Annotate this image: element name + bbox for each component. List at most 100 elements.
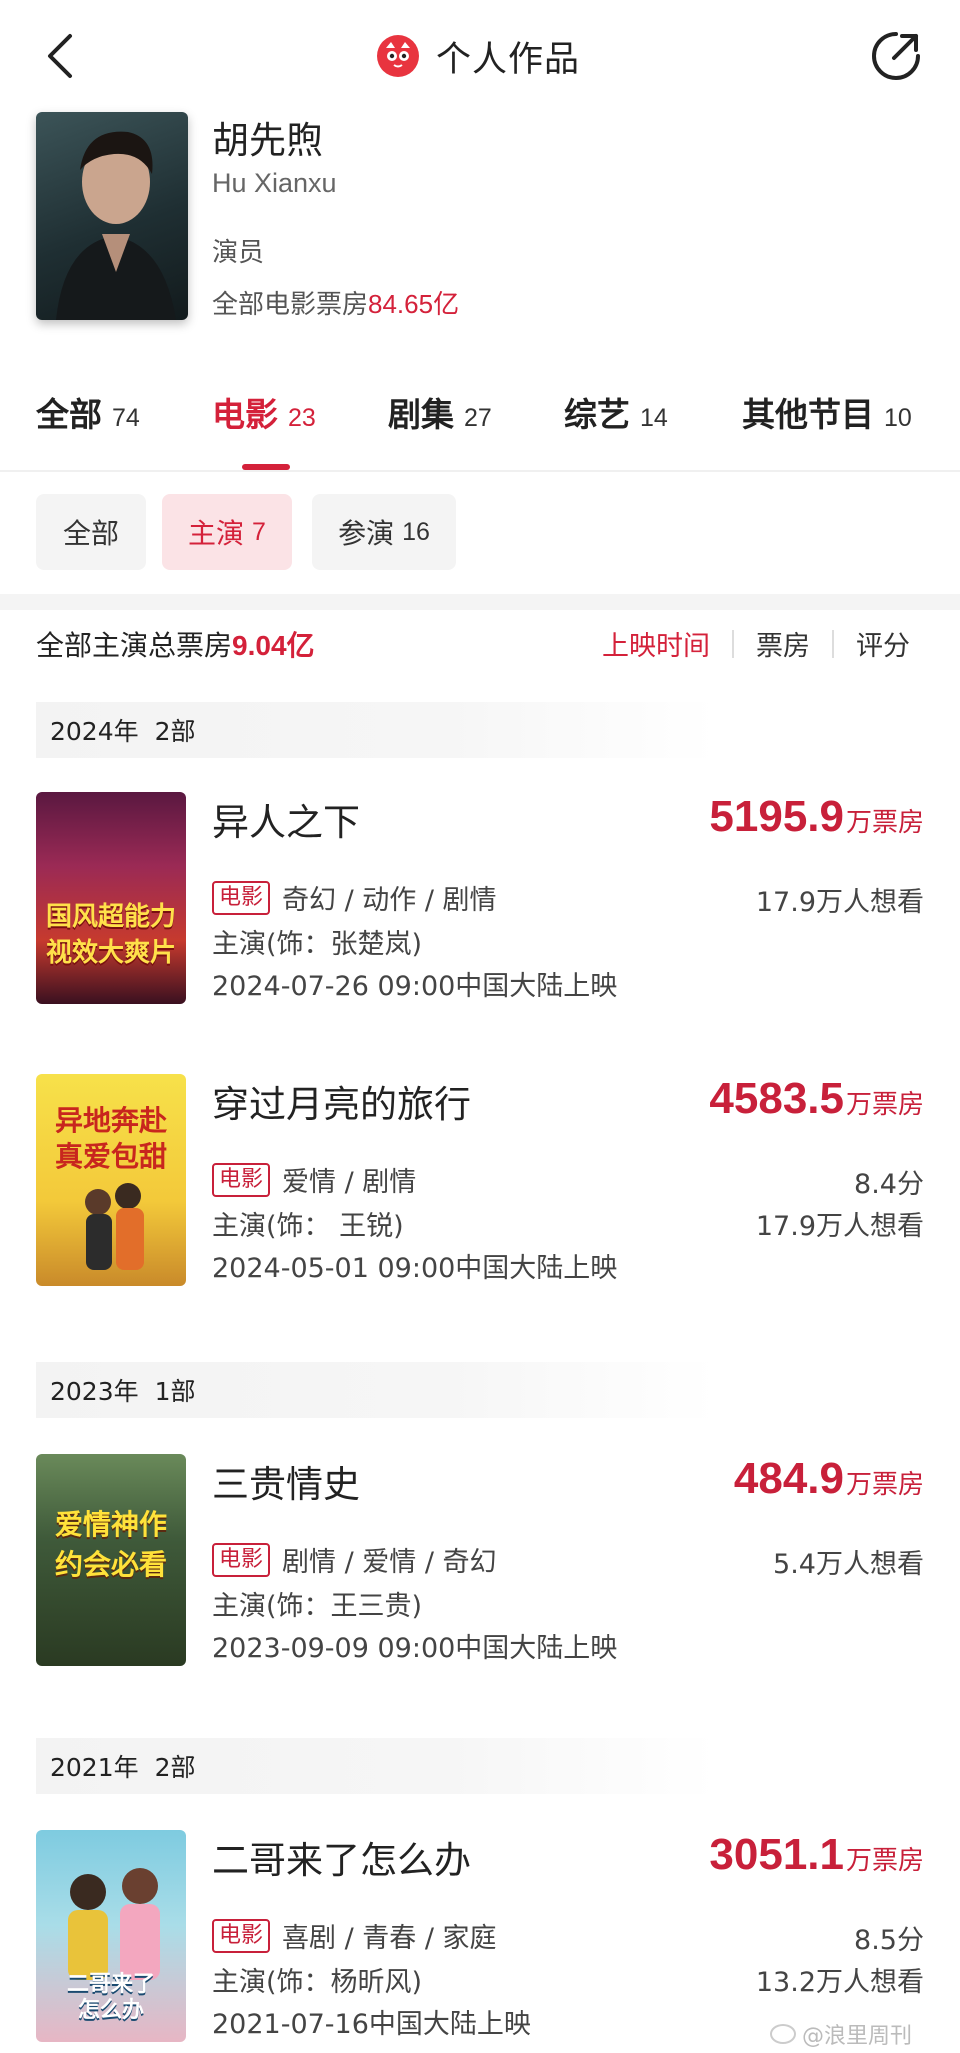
movie-boxoffice: 4583.5 万票房 xyxy=(709,1074,924,1124)
filter-count: 7 xyxy=(252,517,266,546)
poster-figures-icon xyxy=(85,1183,144,1270)
movie-boxoffice: 5195.9 万票房 xyxy=(709,792,924,842)
movie-item[interactable]: 国风超能力 视效大爽片 异人之下 5195.9 万票房 电影 奇幻 / 动作 / 剧… xyxy=(0,792,960,1012)
movie-item[interactable]: 异地奔赴 真爱包甜 穿过月亮的旅行 4583.5 万票房 电影 爱情 / 剧情 8.… xyxy=(0,1074,960,1294)
sort-by-date[interactable]: 上映时间 xyxy=(600,624,732,663)
movie-role: 主演(饰：王三贵) xyxy=(212,1591,423,1622)
share-button[interactable] xyxy=(868,28,924,84)
share-icon xyxy=(872,32,920,80)
poster-text: 爱情神作 xyxy=(54,1508,167,1541)
year-label: 2023年 xyxy=(50,1377,139,1406)
movie-poster[interactable]: 爱情神作 约会必看 xyxy=(36,1454,186,1666)
movie-role: 主演(饰：张楚岚) xyxy=(212,929,423,960)
total-boxoffice-label: 全部电影票房 xyxy=(212,290,369,320)
poster-text: 视效大爽片 xyxy=(45,938,176,968)
back-button[interactable] xyxy=(38,30,86,82)
movie-genres: 电影 爱情 / 剧情 xyxy=(212,1160,416,1199)
tab-other[interactable]: 其他节目 10 xyxy=(742,388,912,448)
actor-role: 演员 xyxy=(212,238,265,268)
movie-genres: 电影 奇幻 / 动作 / 剧情 xyxy=(212,878,497,917)
movie-genres: 电影 剧情 / 爱情 / 奇幻 xyxy=(212,1540,497,1579)
filter-label: 主演 xyxy=(188,517,245,550)
watermark-text: @浪里周刊 xyxy=(802,2024,913,2049)
genre-text: 喜剧 / 青春 / 家庭 xyxy=(282,1923,497,1954)
lead-boxoffice-summary: 全部主演总票房9.04亿 xyxy=(36,624,315,664)
genre-text: 剧情 / 爱情 / 奇幻 xyxy=(282,1547,497,1578)
tab-label: 综艺 xyxy=(564,395,630,434)
tab-count: 74 xyxy=(112,404,140,432)
weibo-icon xyxy=(770,2024,796,2044)
movie-boxoffice: 3051.1 万票房 xyxy=(709,1830,924,1880)
watermark: @浪里周刊 xyxy=(770,2018,912,2050)
boxoffice-unit: 万票房 xyxy=(845,1846,924,1876)
genre-text: 奇幻 / 动作 / 剧情 xyxy=(282,885,497,916)
section-separator xyxy=(0,594,960,610)
type-tag: 电影 xyxy=(212,1162,271,1197)
boxoffice-number: 3051.1 xyxy=(709,1830,844,1879)
movie-role: 主演(饰： 王锐) xyxy=(212,1211,404,1242)
movie-title: 穿过月亮的旅行 xyxy=(212,1083,471,1126)
movie-genres: 电影 喜剧 / 青春 / 家庭 xyxy=(212,1916,497,1955)
tab-series[interactable]: 剧集 27 xyxy=(388,388,492,448)
sort-options: 上映时间 票房 评分 xyxy=(600,624,910,663)
maoyan-cat-logo-icon xyxy=(377,35,419,77)
boxoffice-unit: 万票房 xyxy=(845,1470,924,1500)
actor-photo-icon xyxy=(56,131,176,320)
tab-count: 10 xyxy=(884,404,912,432)
title-group: 个人作品 xyxy=(376,28,580,84)
filter-label: 参演 xyxy=(338,517,395,550)
movie-poster[interactable]: 国风超能力 视效大爽片 xyxy=(36,792,186,1004)
boxoffice-number: 4583.5 xyxy=(709,1074,844,1123)
year-count: 2部 xyxy=(154,1753,196,1782)
filter-count: 16 xyxy=(402,517,430,546)
poster-text: 约会必看 xyxy=(54,1548,167,1581)
sort-by-rating[interactable]: 评分 xyxy=(834,624,910,663)
release-date: 2021-07-16中国大陆上映 xyxy=(212,2009,531,2040)
poster-text: 怎么办 xyxy=(77,1998,144,2023)
year-count: 1部 xyxy=(154,1377,196,1406)
movie-item[interactable]: 二哥来了 怎么办 二哥来了怎么办 3051.1 万票房 电影 喜剧 / 青春 / 家… xyxy=(0,1830,960,2050)
want-count: 13.2万人想看 xyxy=(755,1967,924,1998)
movie-role: 主演(饰：杨昕风) xyxy=(212,1967,423,1998)
summary-label: 全部主演总票房 xyxy=(36,629,233,662)
movie-title: 三贵情史 xyxy=(212,1463,360,1506)
total-boxoffice: 全部电影票房84.65亿 xyxy=(212,284,459,321)
movie-poster[interactable]: 异地奔赴 真爱包甜 xyxy=(36,1074,186,1286)
movie-poster[interactable]: 二哥来了 怎么办 xyxy=(36,1830,186,2042)
filter-lead[interactable]: 主演 7 xyxy=(162,494,292,570)
movie-boxoffice: 484.9 万票房 xyxy=(734,1454,924,1504)
category-tabs: 全部 74 电影 23 剧集 27 综艺 14 其他节目 10 xyxy=(0,388,960,470)
year-header: 2021年 2部 xyxy=(36,1738,716,1794)
year-count: 2部 xyxy=(154,717,196,746)
type-tag: 电影 xyxy=(212,1918,271,1953)
movie-item[interactable]: 爱情神作 约会必看 三贵情史 484.9 万票房 电影 剧情 / 爱情 / 奇幻 5… xyxy=(0,1454,960,1674)
tab-movies[interactable]: 电影 23 xyxy=(212,388,316,448)
year-label: 2021年 xyxy=(50,1753,139,1782)
tab-all[interactable]: 全部 74 xyxy=(36,388,140,448)
chevron-left-icon xyxy=(48,34,72,78)
actor-avatar[interactable] xyxy=(36,112,188,320)
tab-count: 27 xyxy=(464,404,492,432)
boxoffice-number: 5195.9 xyxy=(709,792,844,841)
boxoffice-unit: 万票房 xyxy=(845,1090,924,1120)
divider xyxy=(0,470,960,472)
filter-supporting[interactable]: 参演 16 xyxy=(312,494,456,570)
release-date: 2023-09-09 09:00中国大陆上映 xyxy=(212,1633,618,1664)
year-header: 2024年 2部 xyxy=(36,702,716,758)
tab-label: 全部 xyxy=(36,395,102,434)
genre-text: 爱情 / 剧情 xyxy=(282,1167,417,1198)
sort-by-boxoffice[interactable]: 票房 xyxy=(734,624,832,663)
tab-label: 电影 xyxy=(212,395,278,434)
tab-count: 14 xyxy=(640,404,668,432)
tab-label: 剧集 xyxy=(388,395,454,434)
want-count: 17.9万人想看 xyxy=(755,887,924,918)
filter-label: 全部 xyxy=(62,517,119,550)
total-boxoffice-value: 84.65亿 xyxy=(368,289,460,319)
tab-variety[interactable]: 综艺 14 xyxy=(564,388,668,448)
actor-name: 胡先煦 xyxy=(212,119,323,162)
actor-name-en: Hu Xianxu xyxy=(212,168,337,198)
tab-label: 其他节目 xyxy=(742,395,874,434)
poster-text: 国风超能力 xyxy=(45,902,176,932)
filter-all[interactable]: 全部 xyxy=(36,494,146,570)
movie-score: 8.5分 xyxy=(854,1925,924,1956)
